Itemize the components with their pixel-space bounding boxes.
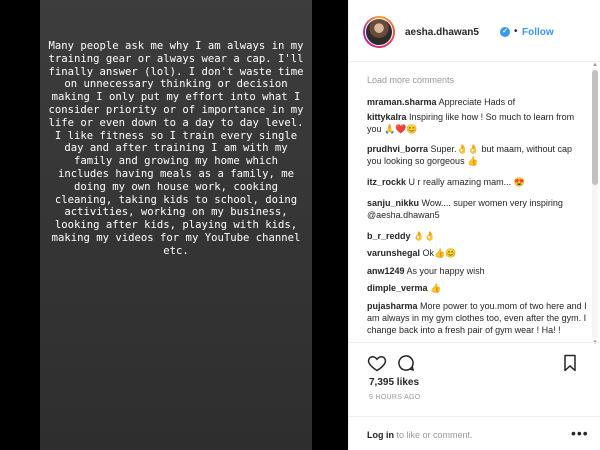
scroll-up-arrow-icon[interactable]: ▲	[592, 62, 598, 68]
comment-username[interactable]: sanju_nikku	[367, 198, 419, 208]
post-actions	[349, 342, 600, 382]
comment-item: kittykalra Inspiring like how ! So much …	[367, 111, 587, 135]
avatar	[365, 18, 393, 46]
follow-button[interactable]: Follow	[522, 27, 554, 38]
comments-list: Load more comments mraman.sharma Appreci…	[349, 63, 600, 342]
comment-item: b_r_reddy 👌👌	[367, 230, 587, 242]
comment-username[interactable]: dimple_verma	[367, 283, 428, 293]
scrollbar-thumb[interactable]	[592, 70, 598, 185]
comment-username[interactable]: b_r_reddy	[367, 231, 411, 241]
post-sidebar: aesha.dhawan5 ✓ • Follow Load more comme…	[348, 0, 600, 450]
story-text: Many people ask me why I am always in my…	[48, 40, 304, 257]
login-prompt-text: to like or comment.	[394, 430, 473, 440]
media-area: Many people ask me why I am always in my…	[0, 0, 348, 450]
load-more-comments-button[interactable]: Load more comments	[367, 75, 454, 85]
username-link[interactable]: aesha.dhawan5	[405, 27, 479, 38]
verified-badge-icon: ✓	[500, 27, 510, 37]
separator-dot: •	[514, 26, 518, 37]
comment-item: dimple_verma 👍	[367, 282, 587, 294]
comment-username[interactable]: prudhvi_borra	[367, 144, 428, 154]
comment-item: prudhvi_borra Super.👌👌 but maam, without…	[367, 143, 587, 167]
comment-item: pujasharma More power to you.mom of two …	[367, 300, 587, 336]
comment-username[interactable]: mraman.sharma	[367, 97, 437, 107]
avatar-story-ring[interactable]	[363, 16, 395, 48]
comment-username[interactable]: itz_rockk	[367, 177, 406, 187]
post-footer: Log in to like or comment. •••	[349, 416, 600, 450]
comment-username[interactable]: kittykalra	[367, 112, 407, 122]
likes-count[interactable]: 7,395 likes	[369, 377, 419, 388]
login-prompt: Log in to like or comment.	[367, 430, 473, 440]
comment-text: U r really amazing mam... 😍	[408, 177, 525, 187]
more-options-icon[interactable]: •••	[571, 425, 589, 441]
comment-text: Appreciate Hads of	[438, 97, 516, 107]
story-image: Many people ask me why I am always in my…	[40, 0, 312, 450]
comment-item: varunshegal Ok👍😊	[367, 247, 587, 259]
comment-item: itz_rockk U r really amazing mam... 😍	[367, 176, 587, 188]
login-link[interactable]: Log in	[367, 430, 394, 440]
comment-item: mraman.sharma Appreciate Hads of	[367, 96, 587, 108]
comment-text: As your happy wish	[406, 266, 485, 276]
comment-username[interactable]: pujasharma	[367, 301, 418, 311]
comment-icon[interactable]	[396, 353, 416, 373]
heart-icon[interactable]	[367, 353, 387, 373]
comment-text: 👍	[430, 283, 442, 293]
comment-item: sanju_nikku Wow.... super women very ins…	[367, 197, 587, 221]
comment-username[interactable]: anw1249	[367, 266, 405, 276]
post-header: aesha.dhawan5 ✓ • Follow	[349, 0, 600, 62]
comment-username[interactable]: varunshegal	[367, 248, 420, 258]
comment-text: Ok👍😊	[422, 248, 457, 258]
comment-text: 👌👌	[413, 231, 436, 241]
post-timestamp: 9 HOURS AGO	[369, 394, 421, 401]
comment-item: anw1249 As your happy wish	[367, 265, 587, 277]
bookmark-icon[interactable]	[560, 353, 580, 373]
